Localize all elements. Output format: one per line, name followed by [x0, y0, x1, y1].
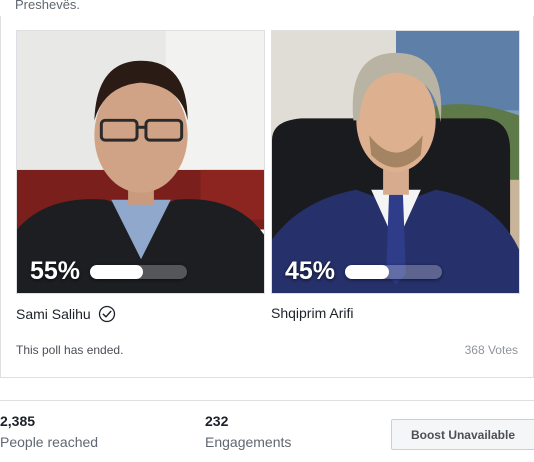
- poll-option-1-percent: 55%: [30, 257, 81, 285]
- poll-option-2-percent: 45%: [285, 257, 336, 285]
- check-circle-icon: [98, 305, 115, 323]
- poll-option-2-name[interactable]: Shqiprim Arifi: [271, 305, 353, 321]
- poll-option-1-photo[interactable]: 55%: [16, 30, 265, 294]
- candidate-2-portrait: [272, 31, 519, 293]
- post-insights-bar: 2,385 People reached 232 Engagements Boo…: [0, 400, 534, 462]
- poll-status: This poll has ended.: [16, 343, 124, 357]
- poll-option-2-bar: [345, 265, 442, 279]
- people-reached-stat: 2,385 People reached: [0, 413, 98, 450]
- engagements-stat: 232 Engagements: [205, 413, 291, 450]
- people-reached-count: 2,385: [0, 413, 36, 429]
- poll-option-2-photo[interactable]: 45%: [271, 30, 520, 294]
- poll-option-2-label: Shqiprim Arifi: [271, 305, 354, 321]
- engagements-label: Engagements: [205, 434, 292, 450]
- poll-option-1-label: Sami Salihu: [16, 306, 91, 322]
- post-caption-tail: Preshevës.: [15, 0, 81, 12]
- engagements-count: 232: [205, 413, 229, 429]
- poll-card: 55% 45% Sami Salihu Shqiprim Arifi This …: [0, 16, 534, 378]
- poll-option-1-name[interactable]: Sami Salihu: [16, 305, 116, 323]
- poll-option-2-bar-fill: [345, 265, 389, 279]
- candidate-1-portrait: [17, 31, 264, 293]
- people-reached-label: People reached: [0, 434, 99, 450]
- poll-option-1-bar-fill: [90, 265, 144, 279]
- poll-option-1-bar: [90, 265, 187, 279]
- vote-count: 368 Votes: [464, 343, 518, 357]
- boost-unavailable-button[interactable]: Boost Unavailable: [391, 419, 534, 450]
